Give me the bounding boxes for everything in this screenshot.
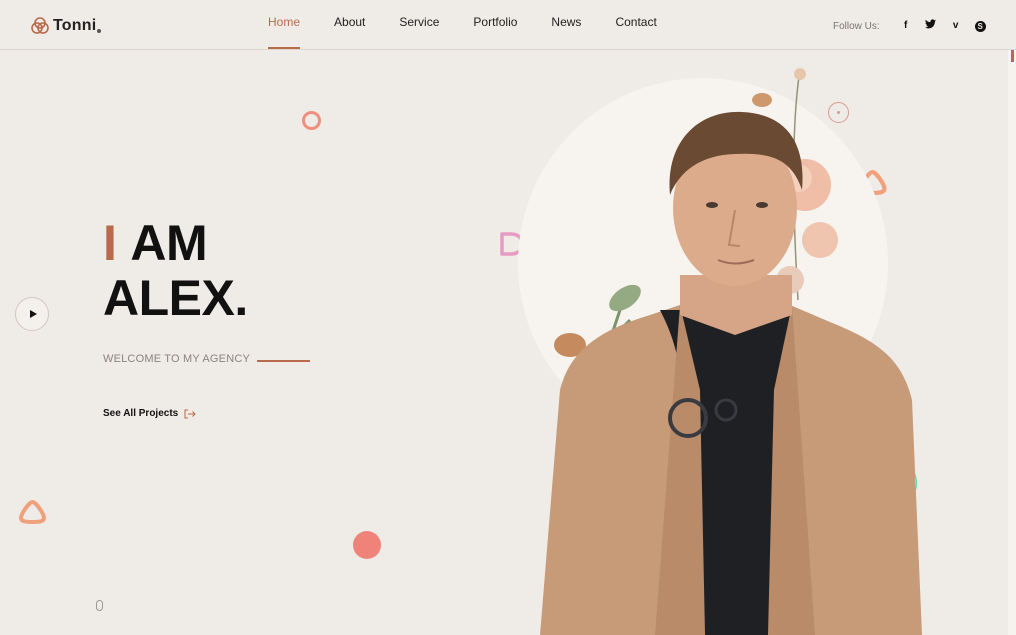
decor-blob-left [19,500,46,524]
twitter-icon[interactable] [922,19,940,33]
see-all-projects-link[interactable]: See All Projects [103,408,196,419]
nav-portfolio[interactable]: Portfolio [473,15,517,47]
hero-portrait [540,68,922,635]
subtitle-underline [257,360,310,362]
facebook-icon[interactable]: f [897,19,915,33]
hero-title: I AM ALEX. [103,216,248,326]
arrow-right-icon [184,409,196,418]
logo-text: Tonni [53,17,97,34]
right-edge-strip [1008,0,1016,635]
logo-icon [31,17,49,34]
hero-subtitle: WELCOME TO MY AGENCY [103,353,251,365]
play-icon [29,310,37,318]
nav-service[interactable]: Service [399,15,439,47]
follow-label: Follow Us: [833,20,880,32]
vimeo-icon[interactable]: v [947,19,965,33]
decor-ring-pink [302,111,321,130]
logo-dot [97,29,102,33]
cta-label: See All Projects [103,408,179,419]
main-nav: Home About Service Portfolio News Contac… [268,15,691,49]
nav-contact[interactable]: Contact [615,15,656,47]
site-header: Tonni Home About Service Portfolio News … [0,0,1016,50]
hero-title-line2: ALEX. [103,270,248,326]
scroll-mouse-icon [96,600,103,611]
decor-dot-coral [353,531,381,559]
skype-icon[interactable]: S [974,20,986,32]
play-video-button[interactable] [15,297,49,331]
follow-us: Follow Us: f v S [833,19,986,33]
logo[interactable]: Tonni [30,16,102,36]
nav-about[interactable]: About [334,15,365,47]
nav-home[interactable]: Home [268,15,301,49]
nav-news[interactable]: News [551,15,581,47]
hero-title-line1: AM [130,215,208,271]
hero-title-accent: I [103,215,117,271]
